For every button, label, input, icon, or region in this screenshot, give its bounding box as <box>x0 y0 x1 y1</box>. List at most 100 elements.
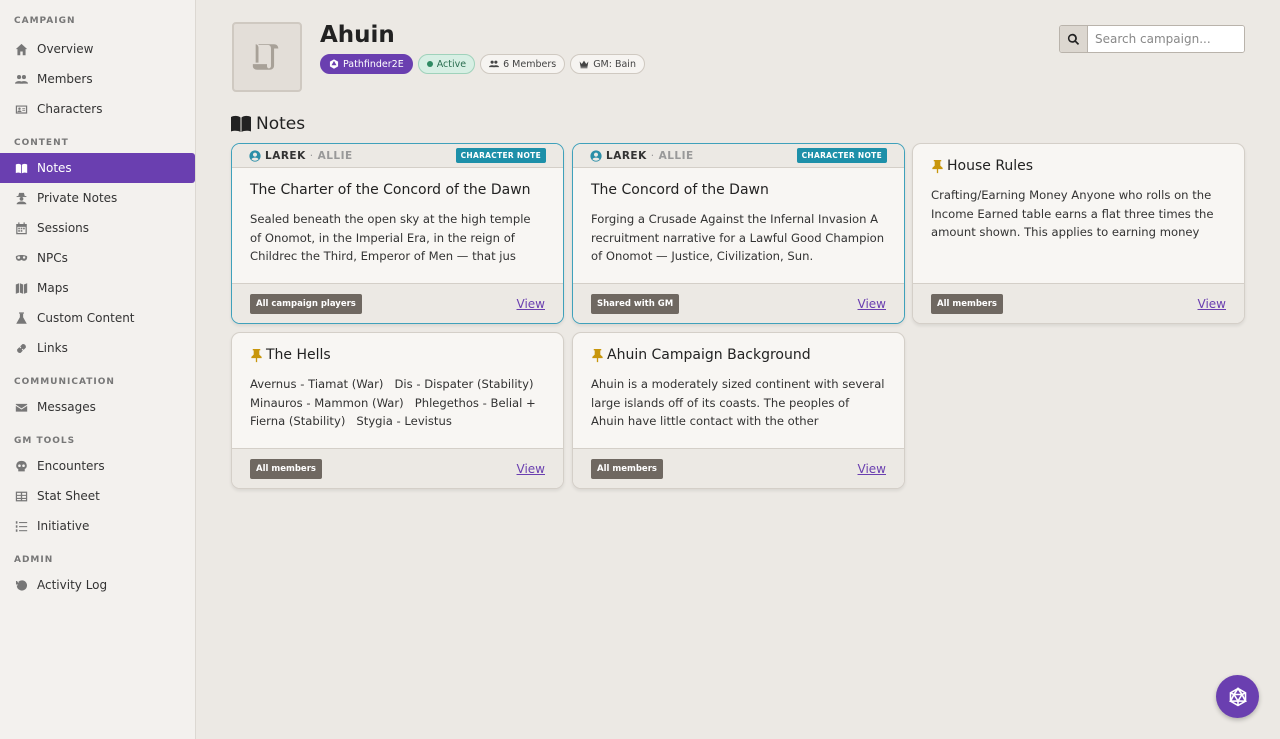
sidebar-item-label: Members <box>37 72 93 86</box>
sidebar-item-initiative[interactable]: Initiative <box>0 511 195 541</box>
sidebar-item-label: Initiative <box>37 519 90 533</box>
sidebar-item-characters[interactable]: Characters <box>0 94 195 124</box>
sidebar-item-label: Maps <box>37 281 69 295</box>
sidebar-item-label: Encounters <box>37 459 105 473</box>
thumbtack-icon <box>592 348 603 362</box>
sidebar-item-label: NPCs <box>37 251 68 265</box>
sidebar-item-encounters[interactable]: Encounters <box>0 451 195 481</box>
sidebar-item-custom-content[interactable]: Custom Content <box>0 303 195 333</box>
note-excerpt: Crafting/Earning Money Anyone who rolls … <box>931 188 1214 240</box>
search-icon <box>1067 33 1080 45</box>
sidebar: CAMPAIGN Overview Members Characters CON… <box>0 0 196 739</box>
note-excerpt: Sealed beneath the open sky at the high … <box>250 212 531 264</box>
system-label: Pathfinder2E <box>343 58 404 70</box>
members-badge: 6 Members <box>480 54 566 74</box>
visibility-badge: All members <box>931 293 1003 314</box>
dice-roller-button[interactable] <box>1216 675 1259 718</box>
character-name: LAREK <box>606 149 647 162</box>
sidebar-item-label: Custom Content <box>37 311 135 325</box>
search-button[interactable] <box>1060 26 1088 52</box>
visibility-badge: All campaign players <box>250 293 362 314</box>
sidebar-item-maps[interactable]: Maps <box>0 273 195 303</box>
notes-heading: Notes <box>231 114 305 134</box>
card-footer: All members View <box>232 448 563 488</box>
id-card-icon <box>14 102 28 116</box>
note-card[interactable]: Ahuin Campaign Background Ahuin is a mod… <box>572 332 905 489</box>
sidebar-item-label: Activity Log <box>37 578 108 592</box>
note-excerpt: Forging a Crusade Against the Infernal I… <box>591 212 885 264</box>
sidebar-item-npcs[interactable]: NPCs <box>0 243 195 273</box>
sidebar-item-label: Private Notes <box>37 191 118 205</box>
book-open-icon <box>231 115 251 132</box>
gm-label: GM: Bain <box>593 58 636 70</box>
users-icon <box>489 60 500 68</box>
sidebar-item-private-notes[interactable]: Private Notes <box>0 183 195 213</box>
calendar-icon <box>14 221 28 235</box>
sidebar-section-gm-tools: GM TOOLS <box>14 436 76 446</box>
player-name: ALLIE <box>658 149 694 162</box>
sidebar-section-campaign: CAMPAIGN <box>14 16 76 26</box>
sidebar-item-links[interactable]: Links <box>0 333 195 363</box>
note-card[interactable]: LAREK · ALLIE CHARACTER NOTE The Concord… <box>572 143 905 324</box>
search-input[interactable] <box>1088 26 1244 52</box>
note-title: Ahuin Campaign Background <box>607 347 811 363</box>
system-badge: Pathfinder2E <box>320 54 413 74</box>
table-icon <box>14 489 28 503</box>
note-card[interactable]: House Rules Crafting/Earning Money Anyon… <box>912 143 1245 324</box>
view-link[interactable]: View <box>517 462 545 476</box>
sidebar-item-messages[interactable]: Messages <box>0 392 195 422</box>
note-excerpt: Ahuin is a moderately sized continent wi… <box>591 377 885 429</box>
list-ordered-icon <box>14 519 28 533</box>
user-secret-icon <box>14 191 28 205</box>
view-link[interactable]: View <box>517 297 545 311</box>
sidebar-item-label: Messages <box>37 400 96 414</box>
status-dot-icon <box>426 61 433 67</box>
notes-heading-label: Notes <box>256 114 306 134</box>
sidebar-item-members[interactable]: Members <box>0 64 195 94</box>
sidebar-item-notes[interactable]: Notes <box>0 153 195 183</box>
link-icon <box>14 341 28 355</box>
note-excerpt: Avernus - Tiamat (War) Dis - Dispater (S… <box>250 377 540 429</box>
flask-icon <box>14 311 28 325</box>
home-icon <box>14 42 28 56</box>
search-box <box>1059 25 1245 53</box>
skull-icon <box>14 459 28 473</box>
view-link[interactable]: View <box>1198 297 1226 311</box>
note-title-row: House Rules <box>931 158 1226 174</box>
card-footer: All members View <box>573 448 904 488</box>
user-circle-icon <box>249 149 261 162</box>
note-title: House Rules <box>947 158 1034 174</box>
sidebar-item-overview[interactable]: Overview <box>0 34 195 64</box>
sidebar-item-label: Stat Sheet <box>37 489 100 503</box>
note-title: The Hells <box>266 347 331 363</box>
note-owner: LAREK · ALLIE <box>249 150 353 162</box>
visibility-badge: Shared with GM <box>591 293 680 314</box>
player-name: ALLIE <box>317 149 353 162</box>
sidebar-item-label: Characters <box>37 102 103 116</box>
gm-badge: GM: Bain <box>570 54 645 74</box>
owner-separator: · <box>650 149 655 162</box>
note-card[interactable]: LAREK · ALLIE CHARACTER NOTE The Charter… <box>231 143 564 324</box>
card-header: LAREK · ALLIE CHARACTER NOTE <box>573 144 904 168</box>
scroll-icon <box>252 44 279 70</box>
character-note-badge: CHARACTER NOTE <box>455 148 546 163</box>
card-header: LAREK · ALLIE CHARACTER NOTE <box>232 144 563 168</box>
envelope-icon <box>14 400 28 414</box>
user-circle-icon <box>590 149 602 162</box>
mask-icon <box>14 251 28 265</box>
sidebar-item-stat-sheet[interactable]: Stat Sheet <box>0 481 195 511</box>
sidebar-item-activity-log[interactable]: Activity Log <box>0 570 195 600</box>
thumbtack-icon <box>932 159 943 173</box>
users-icon <box>14 72 28 86</box>
view-link[interactable]: View <box>858 297 886 311</box>
note-title: The Charter of the Concord of the Dawn <box>250 182 531 198</box>
campaign-avatar <box>232 22 302 92</box>
note-title: The Concord of the Dawn <box>591 182 769 198</box>
sidebar-item-sessions[interactable]: Sessions <box>0 213 195 243</box>
card-footer: All campaign players View <box>232 283 563 323</box>
view-link[interactable]: View <box>858 462 886 476</box>
note-card[interactable]: The Hells Avernus - Tiamat (War) Dis - D… <box>231 332 564 489</box>
note-title-row: The Hells <box>250 347 545 363</box>
status-label: Active <box>436 58 467 70</box>
character-note-badge: CHARACTER NOTE <box>796 148 887 163</box>
